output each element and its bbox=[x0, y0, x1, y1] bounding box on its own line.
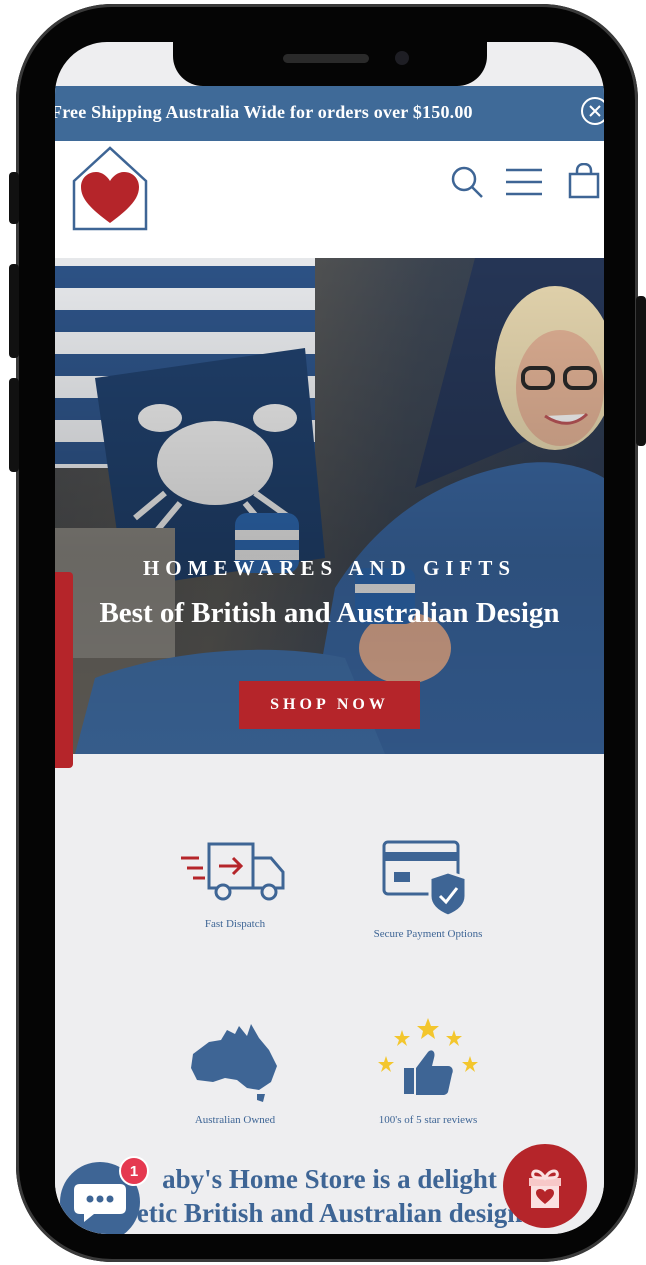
gift-icon bbox=[529, 1169, 561, 1208]
hero-title: Best of British and Australian Design bbox=[99, 597, 560, 629]
shop-now-button[interactable]: SHOP NOW bbox=[239, 681, 420, 729]
feature-australian-owned: Australian Owned bbox=[135, 1020, 335, 1126]
australia-map-icon bbox=[191, 1024, 277, 1102]
mute-switch bbox=[9, 172, 19, 224]
delivery-truck-icon bbox=[181, 842, 285, 901]
feature-five-star-reviews: 100's of 5 star reviews bbox=[328, 1016, 528, 1126]
chat-notification-badge: 1 bbox=[119, 1156, 149, 1186]
hero-overlay bbox=[55, 258, 604, 754]
front-camera bbox=[395, 51, 409, 65]
speaker-grille bbox=[283, 54, 369, 63]
feature-label: Australian Owned bbox=[194, 1114, 276, 1126]
close-icon bbox=[589, 105, 601, 117]
shopping-bag-icon[interactable] bbox=[567, 163, 601, 199]
feature-fast-dispatch: Fast Dispatch bbox=[135, 838, 335, 930]
feature-label: 100's of 5 star reviews bbox=[378, 1114, 478, 1126]
side-rewards-tab[interactable] bbox=[55, 572, 73, 768]
credit-card-shield-icon bbox=[382, 840, 468, 918]
house-heart-logo[interactable] bbox=[71, 145, 149, 231]
feature-label: Secure Payment Options bbox=[373, 928, 483, 940]
gift-button[interactable] bbox=[503, 1144, 587, 1228]
search-icon[interactable] bbox=[450, 165, 484, 199]
close-announcement-button[interactable] bbox=[581, 97, 604, 125]
feature-label: Fast Dispatch bbox=[204, 918, 266, 930]
volume-up-button bbox=[9, 264, 19, 358]
feature-secure-payment: Secure Payment Options bbox=[328, 838, 528, 940]
announcement-bar: Free Shipping Australia Wide for orders … bbox=[55, 86, 604, 141]
hero-banner: HOMEWARES AND GIFTS Best of British and … bbox=[55, 258, 604, 754]
thumbs-up-stars-icon bbox=[378, 1018, 478, 1095]
hero-eyebrow: HOMEWARES AND GIFTS bbox=[142, 556, 517, 580]
power-button bbox=[636, 296, 646, 446]
phone-notch bbox=[173, 36, 487, 86]
volume-down-button bbox=[9, 378, 19, 472]
site-header bbox=[55, 141, 604, 258]
announcement-text: Free Shipping Australia Wide for orders … bbox=[55, 102, 473, 122]
hamburger-menu-icon[interactable] bbox=[505, 168, 543, 196]
phone-screen: Free Shipping Australia Wide for orders … bbox=[55, 42, 604, 1234]
